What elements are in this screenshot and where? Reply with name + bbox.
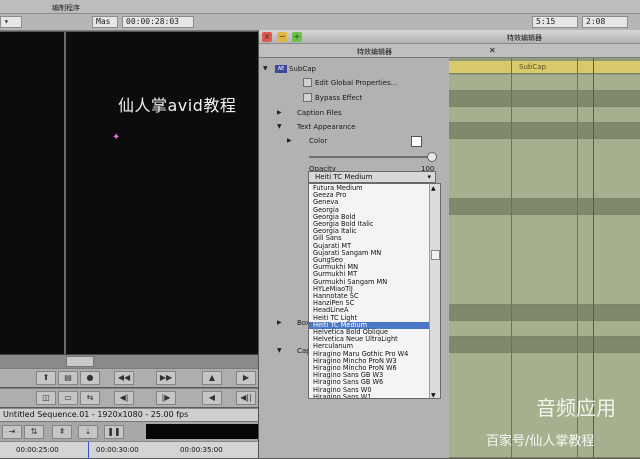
- scroll-down-icon[interactable]: ▼: [431, 392, 436, 398]
- watermark-title: 音频应用: [536, 396, 616, 420]
- ripple-tool-icon[interactable]: ⇥: [2, 425, 22, 439]
- program-title-bar: 编制程序: [0, 0, 640, 14]
- minimize-icon[interactable]: −: [277, 32, 287, 42]
- timeline-ruler[interactable]: 00:00:25:00 00:00:30:00 00:00:35:00: [0, 441, 258, 459]
- playhead-line[interactable]: [88, 442, 89, 459]
- scroll-up-icon[interactable]: ▲: [431, 185, 436, 192]
- chevron-down-icon: ▾: [427, 173, 431, 181]
- font-select-value: Heiti TC Medium: [315, 173, 373, 181]
- effect-name: SubCap: [289, 65, 316, 73]
- expand-triangle-icon[interactable]: ▼: [277, 344, 282, 358]
- mark-in-icon[interactable]: ▲: [202, 371, 222, 385]
- rewind-icon[interactable]: ◀◀: [114, 371, 134, 385]
- segment-tool-icon[interactable]: ⇅: [24, 425, 44, 439]
- track-band: [449, 337, 640, 353]
- record-monitor[interactable]: 仙人掌avid教程 ✦: [0, 32, 258, 354]
- text-appearance-label: Text Appearance: [297, 123, 356, 131]
- track-band: [449, 321, 640, 337]
- effect-editor-titlebar[interactable]: × − + 特效编辑器: [259, 30, 640, 44]
- watermark-caption: 百家号/仙人掌教程: [486, 434, 595, 449]
- menu-dropdown-left[interactable]: ▾: [0, 16, 22, 28]
- step-forward-icon[interactable]: |▶: [156, 391, 176, 405]
- track-band: [449, 123, 640, 139]
- duration-field-a[interactable]: 5:15: [532, 16, 578, 28]
- master-timecode[interactable]: 00:00:28:03: [122, 16, 194, 28]
- opacity-slider-thumb[interactable]: [427, 152, 437, 162]
- edit-global-row[interactable]: Edit Global Properties...: [259, 76, 449, 90]
- close-icon[interactable]: ×: [262, 32, 272, 42]
- zoom-icon[interactable]: +: [292, 32, 302, 42]
- source-single-button[interactable]: ▭: [58, 391, 78, 405]
- collapse-triangle-icon[interactable]: ▶: [277, 106, 282, 120]
- transport-bar-2: ◫ ▭ ⇆ ◀| |▶ ◀ ◀||: [0, 388, 258, 407]
- color-swatch[interactable]: [411, 136, 422, 147]
- position-bar[interactable]: [0, 354, 258, 368]
- timeline-track-overview[interactable]: [146, 424, 258, 439]
- tab-effect-editor[interactable]: 特效编辑器: [357, 47, 392, 57]
- collapse-triangle-icon[interactable]: ▶: [277, 316, 282, 330]
- color-row[interactable]: ▶ Color: [259, 134, 449, 148]
- program-title: 编制程序: [52, 4, 80, 12]
- effect-header-subcap[interactable]: ▼ AE SubCap: [259, 62, 449, 76]
- track-label: SubCap: [519, 63, 546, 71]
- toggle-record-button[interactable]: ⇆: [80, 391, 100, 405]
- track-band: [449, 75, 640, 91]
- track-band: [449, 199, 640, 215]
- bypass-row[interactable]: Bypass Effect: [259, 91, 449, 105]
- caption-files-row[interactable]: ▶ Caption Files: [259, 106, 449, 120]
- subtitle-overlay: 仙人掌avid教程: [118, 96, 237, 115]
- opacity-slider-track[interactable]: [309, 156, 437, 158]
- bypass-checkbox[interactable]: [303, 93, 312, 102]
- font-dropdown-list[interactable]: Futura Medium Geeza Pro Geneva Georgia Georg…: [308, 183, 441, 399]
- overwrite-icon[interactable]: ⤓: [78, 425, 98, 439]
- expand-triangle-icon[interactable]: ▼: [277, 120, 282, 134]
- dropdown-scrollbar[interactable]: ▲ ▼: [429, 184, 440, 398]
- track-band: [449, 215, 640, 305]
- track-band: [449, 305, 640, 321]
- step-back-icon[interactable]: ◀|: [114, 391, 134, 405]
- go-to-in-icon[interactable]: ◀: [202, 391, 222, 405]
- mode-field[interactable]: Mas: [92, 16, 118, 28]
- chevron-down-icon: ▾: [4, 17, 9, 26]
- edit-global-button[interactable]: [303, 78, 312, 87]
- scroll-thumb[interactable]: [431, 250, 440, 260]
- track-band: [449, 91, 640, 107]
- extract-button[interactable]: ▤: [58, 371, 78, 385]
- ruler-tick-1: 00:00:30:00: [96, 446, 139, 454]
- transport-bar-1: ⬆ ▤ ● ◀◀ ▶▶ ▲ ▶: [0, 368, 258, 387]
- ruler-tick-2: 00:00:35:00: [180, 446, 223, 454]
- sparkle-icon: ✦: [112, 132, 121, 143]
- track-header: SubCap: [449, 61, 640, 74]
- tab-close-icon[interactable]: ✕: [489, 46, 496, 55]
- edit-global-label: Edit Global Properties...: [315, 79, 398, 87]
- bypass-label: Bypass Effect: [315, 94, 363, 102]
- track-band: [449, 139, 640, 199]
- collapse-triangle-icon[interactable]: ▶: [287, 134, 292, 148]
- go-to-out-icon[interactable]: ◀||: [236, 391, 256, 405]
- pause-icon[interactable]: ❚❚: [104, 425, 124, 439]
- color-label: Color: [309, 137, 328, 145]
- monitor-divider: [64, 32, 66, 354]
- effect-editor-tabbar: 特效编辑器 ✕: [259, 44, 640, 58]
- font-select[interactable]: Heiti TC Medium ▾: [308, 171, 436, 183]
- text-appearance-row[interactable]: ▼ Text Appearance: [259, 120, 449, 134]
- lift-track-icon[interactable]: ⇞: [52, 425, 72, 439]
- sequence-label: Untitled Sequence.01 - 1920x1080 - 25.00…: [0, 408, 258, 421]
- font-option[interactable]: Hiragino Sans W1: [309, 393, 429, 398]
- mark-clip-button[interactable]: ●: [80, 371, 100, 385]
- play-icon[interactable]: ▶: [236, 371, 256, 385]
- track-band: [449, 107, 640, 123]
- track-gridline: [511, 58, 512, 458]
- caption-files-label: Caption Files: [297, 109, 342, 117]
- ruler-tick-0: 00:00:25:00: [16, 446, 59, 454]
- duration-field-b[interactable]: 2:08: [582, 16, 628, 28]
- source-dual-button[interactable]: ◫: [36, 391, 56, 405]
- effect-badge: AE: [275, 65, 287, 73]
- control-row: ▾ Mas 00:00:28:03 5:15 2:08: [0, 14, 640, 31]
- fast-forward-icon[interactable]: ▶▶: [156, 371, 176, 385]
- window-title: 特效编辑器: [507, 34, 542, 42]
- position-thumb[interactable]: [66, 356, 94, 367]
- expand-triangle-icon[interactable]: ▼: [263, 62, 268, 76]
- lift-button[interactable]: ⬆: [36, 371, 56, 385]
